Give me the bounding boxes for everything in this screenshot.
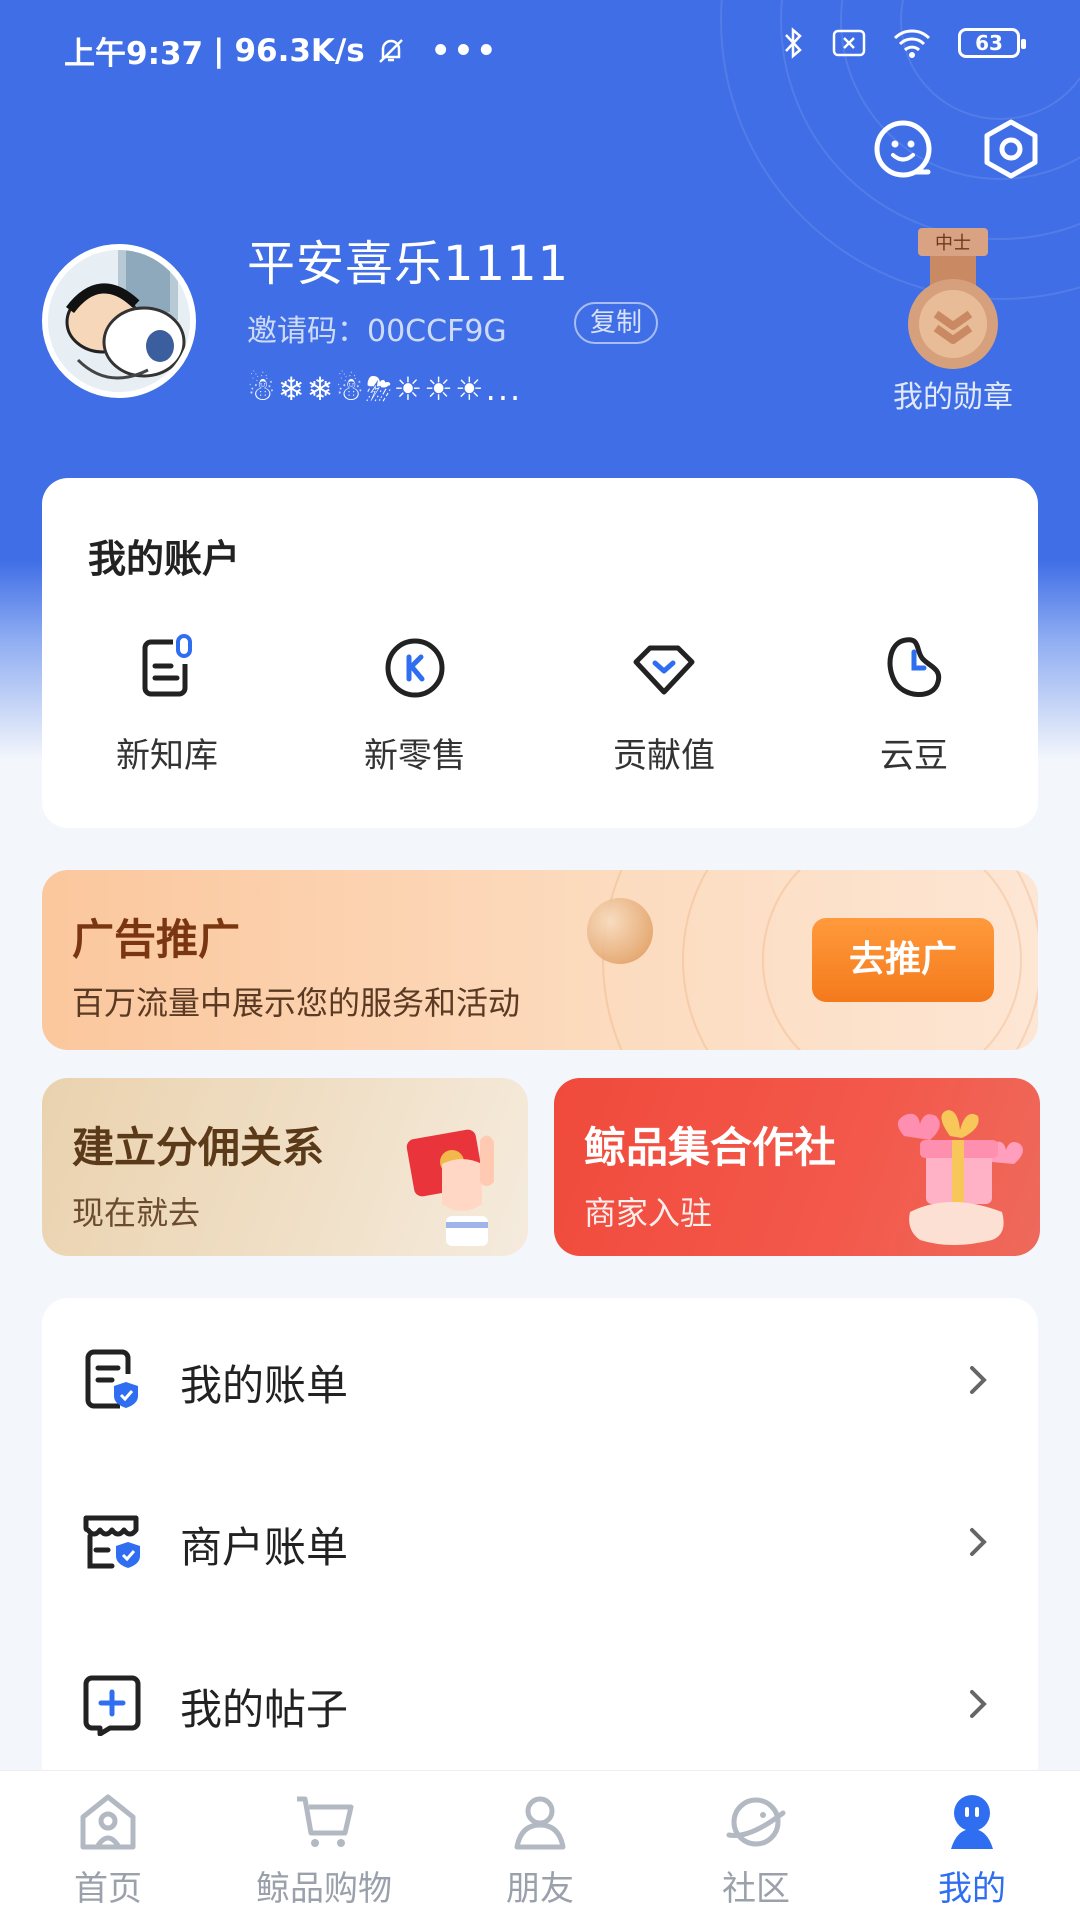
promo-title: 广告推广 <box>72 915 241 964</box>
home-icon <box>80 1794 136 1850</box>
medal-icon[interactable]: 中士 <box>888 224 1018 374</box>
retail-icon <box>385 638 445 698</box>
tab-mine[interactable]: 我的 <box>864 1789 1080 1910</box>
tile-title: 鲸品集合作社 <box>584 1123 837 1172</box>
go-promote-button[interactable]: 去推广 <box>812 918 994 1002</box>
profile-icon <box>951 1795 993 1849</box>
customer-service-icon[interactable] <box>872 118 934 180</box>
invite-code-row: 邀请码：00CCF9G <box>247 306 507 350</box>
copy-button[interactable]: 复制 <box>574 302 659 344</box>
bill-shield-icon <box>85 1349 138 1409</box>
settings-icon[interactable] <box>980 118 1042 180</box>
decorative-orb <box>587 898 653 964</box>
invite-code: 00CCF9G <box>367 314 507 349</box>
tab-shopping[interactable]: 鲸品购物 <box>216 1789 432 1910</box>
tab-friends[interactable]: 朋友 <box>432 1789 648 1910</box>
medal-label[interactable]: 我的勋章 <box>888 372 1018 416</box>
account-item-contribution[interactable]: 贡献值 <box>564 630 764 777</box>
account-item-cloud-bean[interactable]: 云豆 <box>814 630 1014 777</box>
tab-label: 鲸品购物 <box>256 1869 392 1909</box>
tile-title: 建立分佣关系 <box>72 1123 325 1172</box>
account-card: 我的账户 新知库 新零售 贡献值 云豆 <box>42 478 1038 828</box>
gift-box-icon <box>897 1110 1023 1245</box>
bottom-tab-bar: 首页 鲸品购物 朋友 社区 我的 <box>0 1770 1080 1920</box>
menu-item-label: 商户账单 <box>180 1523 349 1572</box>
tile-subtitle: 商家入驻 <box>584 1194 713 1232</box>
account-item-label: 新知库 <box>116 736 218 776</box>
status-time: 上午9:37 <box>64 36 204 72</box>
commission-tile[interactable]: 建立分佣关系 现在就去 <box>42 1078 528 1256</box>
medal-rank: 中士 <box>935 233 971 254</box>
status-bar: 上午9:37 | 96.3K/s ••• 63 <box>0 0 1080 96</box>
account-item-label: 云豆 <box>880 736 948 776</box>
menu-list: 我的账单 商户账单 我的帖子 <box>42 1298 1038 1778</box>
username: 平安喜乐1111 <box>247 236 570 292</box>
account-item-label: 新零售 <box>364 736 466 776</box>
menu-item-my-bills[interactable]: 我的账单 <box>42 1298 1038 1458</box>
promo-subtitle: 百万流量中展示您的服务和活动 <box>72 984 521 1022</box>
status-speed: 96.3K/s <box>234 32 365 69</box>
bean-icon <box>887 637 942 697</box>
account-item-retail[interactable]: 新零售 <box>315 630 515 777</box>
knowledge-icon <box>142 634 192 697</box>
chevron-right-icon <box>970 1690 987 1718</box>
account-item-label: 贡献值 <box>613 736 715 776</box>
bell-muted-icon <box>378 38 403 63</box>
tile-subtitle: 现在就去 <box>72 1194 201 1232</box>
menu-item-merchant-bills[interactable]: 商户账单 <box>42 1460 1038 1620</box>
menu-item-my-posts[interactable]: 我的帖子 <box>42 1622 1038 1782</box>
menu-item-label: 我的账单 <box>180 1361 349 1410</box>
chevron-right-icon <box>970 1528 987 1556</box>
store-shield-icon <box>83 1515 140 1569</box>
menu-item-label: 我的帖子 <box>180 1685 349 1734</box>
more-dots-icon: ••• <box>430 32 500 69</box>
wifi-icon <box>893 29 931 58</box>
bluetooth-icon <box>785 27 802 59</box>
battery-icon: 63 <box>958 28 1026 58</box>
planet-icon <box>726 1797 786 1847</box>
tab-label: 我的 <box>938 1869 1006 1909</box>
merchant-join-tile[interactable]: 鲸品集合作社 商家入驻 <box>554 1078 1040 1256</box>
tab-label: 首页 <box>74 1869 142 1909</box>
tab-home[interactable]: 首页 <box>0 1789 216 1910</box>
post-add-icon <box>83 1675 141 1736</box>
diamond-icon <box>633 645 695 695</box>
invite-label: 邀请码： <box>247 314 367 349</box>
tab-label: 社区 <box>722 1869 790 1909</box>
cart-icon <box>297 1796 354 1847</box>
weather-status: ☃❄❄☃⛈☀☀☀... <box>247 370 523 408</box>
friends-icon <box>514 1796 566 1850</box>
tab-community[interactable]: 社区 <box>648 1789 864 1910</box>
account-item-knowledge[interactable]: 新知库 <box>67 630 267 777</box>
tab-label: 朋友 <box>506 1869 574 1909</box>
ad-promotion-banner[interactable]: 广告推广 百万流量中展示您的服务和活动 去推广 <box>42 870 1038 1050</box>
avatar-image <box>48 250 190 392</box>
avatar[interactable] <box>42 244 196 398</box>
hand-card-icon <box>406 1129 494 1246</box>
no-sim-icon <box>832 29 866 57</box>
account-title: 我的账户 <box>88 537 241 581</box>
chevron-right-icon <box>970 1366 987 1394</box>
